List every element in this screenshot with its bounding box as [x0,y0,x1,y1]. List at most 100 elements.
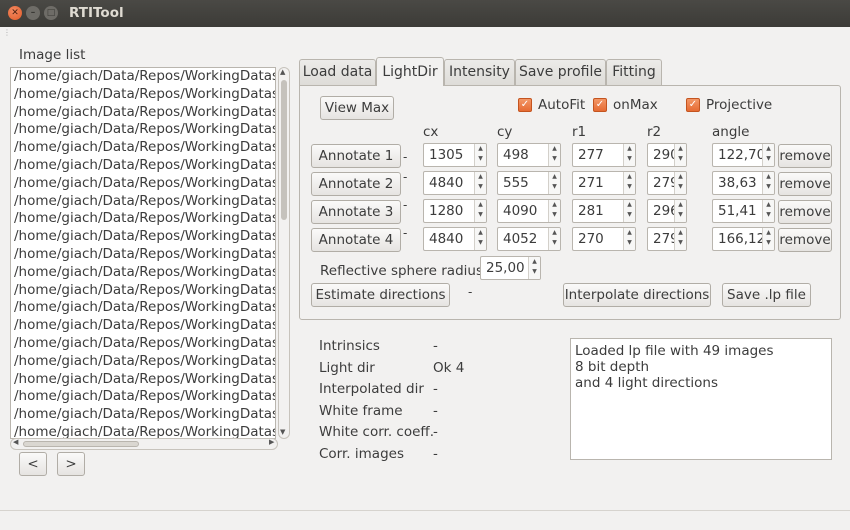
log-output[interactable]: Loaded lp file with 49 images 8 bit depth… [570,338,832,460]
list-item[interactable]: /home/giach/Data/Repos/WorkingDatase [11,175,275,193]
spin-arrows-icon[interactable]: ▲ ▼ [528,257,540,279]
list-item[interactable]: /home/giach/Data/Repos/WorkingDatase [11,228,275,246]
list-item[interactable]: /home/giach/Data/Repos/WorkingDatase [11,193,275,211]
sphere-radius-spinbox[interactable]: 25,00 ▲ ▼ [480,256,541,280]
scroll-right-icon[interactable]: ▶ [269,438,274,446]
spin-arrows-icon[interactable]: ▲ ▼ [474,200,486,222]
r2-spinbox[interactable]: 296 ▲ ▼ [647,199,687,223]
cx-spinbox[interactable]: 1305 ▲ ▼ [423,143,487,167]
list-item[interactable]: /home/giach/Data/Repos/WorkingDatase [11,264,275,282]
image-list[interactable]: /home/giach/Data/Repos/WorkingDatase/hom… [10,67,276,439]
remove-button-2[interactable]: remove [778,172,832,196]
list-item[interactable]: /home/giach/Data/Repos/WorkingDatase [11,246,275,264]
spin-arrows-icon[interactable]: ▲ ▼ [474,172,486,194]
r1-spinbox[interactable]: 270 ▲ ▼ [572,227,636,251]
maximize-window-button[interactable]: □ [44,6,58,20]
cy-spinbox[interactable]: 4052 ▲ ▼ [497,227,561,251]
spin-arrows-icon[interactable]: ▲ ▼ [762,228,774,250]
r2-spinbox[interactable]: 279 ▲ ▼ [647,227,687,251]
list-item[interactable]: /home/giach/Data/Repos/WorkingDatase [11,353,275,371]
image-list-vertical-scrollbar[interactable]: ▲ ▼ [278,67,290,439]
annotate-button-1[interactable]: Annotate 1 [311,144,401,168]
spin-arrows-icon[interactable]: ▲ ▼ [548,144,560,166]
next-image-button[interactable]: > [57,452,85,476]
remove-button-1[interactable]: remove [778,144,832,168]
list-item[interactable]: /home/giach/Data/Repos/WorkingDatase [11,317,275,335]
list-item[interactable]: /home/giach/Data/Repos/WorkingDatase [11,282,275,300]
save-lp-file-button[interactable]: Save .lp file [722,283,811,307]
tab-fitting[interactable]: Fitting [606,59,662,85]
list-item[interactable]: /home/giach/Data/Repos/WorkingDatase [11,406,275,424]
list-item[interactable]: /home/giach/Data/Repos/WorkingDatase [11,68,275,86]
cx-spinbox[interactable]: 4840 ▲ ▼ [423,171,487,195]
info-value: - [433,338,438,354]
annotate-button-3[interactable]: Annotate 3 [311,200,401,224]
list-item[interactable]: /home/giach/Data/Repos/WorkingDatase [11,157,275,175]
cy-spinbox[interactable]: 4090 ▲ ▼ [497,199,561,223]
list-item[interactable]: /home/giach/Data/Repos/WorkingDatase [11,371,275,389]
list-item[interactable]: /home/giach/Data/Repos/WorkingDatase [11,139,275,157]
angle-spinbox[interactable]: 122,70 ▲ ▼ [712,143,775,167]
close-window-button[interactable]: ✕ [8,6,22,20]
scroll-up-icon[interactable]: ▲ [280,68,285,76]
spin-arrows-icon[interactable]: ▲ ▼ [548,172,560,194]
previous-image-button[interactable]: < [19,452,47,476]
remove-button-3[interactable]: remove [778,200,832,224]
onmax-checkbox[interactable]: ✓ [593,98,607,112]
angle-spinbox[interactable]: 166,12 ▲ ▼ [712,227,775,251]
cy-value: 498 [503,147,529,163]
r1-spinbox[interactable]: 281 ▲ ▼ [572,199,636,223]
r2-spinbox[interactable]: 290 ▲ ▼ [647,143,687,167]
annotate-button-2[interactable]: Annotate 2 [311,172,401,196]
spin-arrows-icon[interactable]: ▲ ▼ [674,172,686,194]
scrollbar-thumb[interactable] [281,80,287,220]
projective-checkbox[interactable]: ✓ [686,98,700,112]
spin-arrows-icon[interactable]: ▲ ▼ [674,228,686,250]
cy-spinbox[interactable]: 555 ▲ ▼ [497,171,561,195]
r1-spinbox[interactable]: 271 ▲ ▼ [572,171,636,195]
angle-spinbox[interactable]: 38,63 ▲ ▼ [712,171,775,195]
cx-spinbox[interactable]: 1280 ▲ ▼ [423,199,487,223]
spin-arrows-icon[interactable]: ▲ ▼ [674,144,686,166]
spin-arrows-icon[interactable]: ▲ ▼ [474,228,486,250]
tab-intensity[interactable]: Intensity [444,59,515,85]
interpolate-directions-button[interactable]: Interpolate directions [563,283,711,307]
view-max-button[interactable]: View Max [320,96,394,120]
spin-arrows-icon[interactable]: ▲ ▼ [623,200,635,222]
cy-spinbox[interactable]: 498 ▲ ▼ [497,143,561,167]
tab-save-profile[interactable]: Save profile [515,59,606,85]
image-list-horizontal-scrollbar[interactable]: ◀ ▶ [10,438,278,450]
spin-arrows-icon[interactable]: ▲ ▼ [548,228,560,250]
spin-arrows-icon[interactable]: ▲ ▼ [623,172,635,194]
remove-button-4[interactable]: remove [778,228,832,252]
spin-arrows-icon[interactable]: ▲ ▼ [623,144,635,166]
list-item[interactable]: /home/giach/Data/Repos/WorkingDatase [11,210,275,228]
spin-arrows-icon[interactable]: ▲ ▼ [623,228,635,250]
list-item[interactable]: /home/giach/Data/Repos/WorkingDatase [11,104,275,122]
estimate-directions-button[interactable]: Estimate directions [311,283,450,307]
cx-spinbox[interactable]: 4840 ▲ ▼ [423,227,487,251]
scroll-down-icon[interactable]: ▼ [280,428,285,436]
r1-spinbox[interactable]: 277 ▲ ▼ [572,143,636,167]
spin-arrows-icon[interactable]: ▲ ▼ [762,144,774,166]
angle-spinbox[interactable]: 51,41 ▲ ▼ [712,199,775,223]
spin-arrows-icon[interactable]: ▲ ▼ [474,144,486,166]
list-item[interactable]: /home/giach/Data/Repos/WorkingDatase [11,388,275,406]
list-item[interactable]: /home/giach/Data/Repos/WorkingDatase [11,121,275,139]
list-item[interactable]: /home/giach/Data/Repos/WorkingDatase [11,86,275,104]
spin-arrows-icon[interactable]: ▲ ▼ [762,172,774,194]
spin-arrows-icon[interactable]: ▲ ▼ [548,200,560,222]
list-item[interactable]: /home/giach/Data/Repos/WorkingDatase [11,424,275,438]
spin-arrows-icon[interactable]: ▲ ▼ [674,200,686,222]
annotate-button-4[interactable]: Annotate 4 [311,228,401,252]
tab-lightdir[interactable]: LightDir [376,57,444,86]
spin-arrows-icon[interactable]: ▲ ▼ [762,200,774,222]
autofit-checkbox[interactable]: ✓ [518,98,532,112]
scroll-left-icon[interactable]: ◀ [13,438,18,446]
tab-load-data[interactable]: Load data [299,59,376,85]
r2-spinbox[interactable]: 279 ▲ ▼ [647,171,687,195]
list-item[interactable]: /home/giach/Data/Repos/WorkingDatase [11,299,275,317]
minimize-window-button[interactable]: – [26,6,40,20]
list-item[interactable]: /home/giach/Data/Repos/WorkingDatase [11,335,275,353]
scrollbar-thumb[interactable] [23,441,139,447]
